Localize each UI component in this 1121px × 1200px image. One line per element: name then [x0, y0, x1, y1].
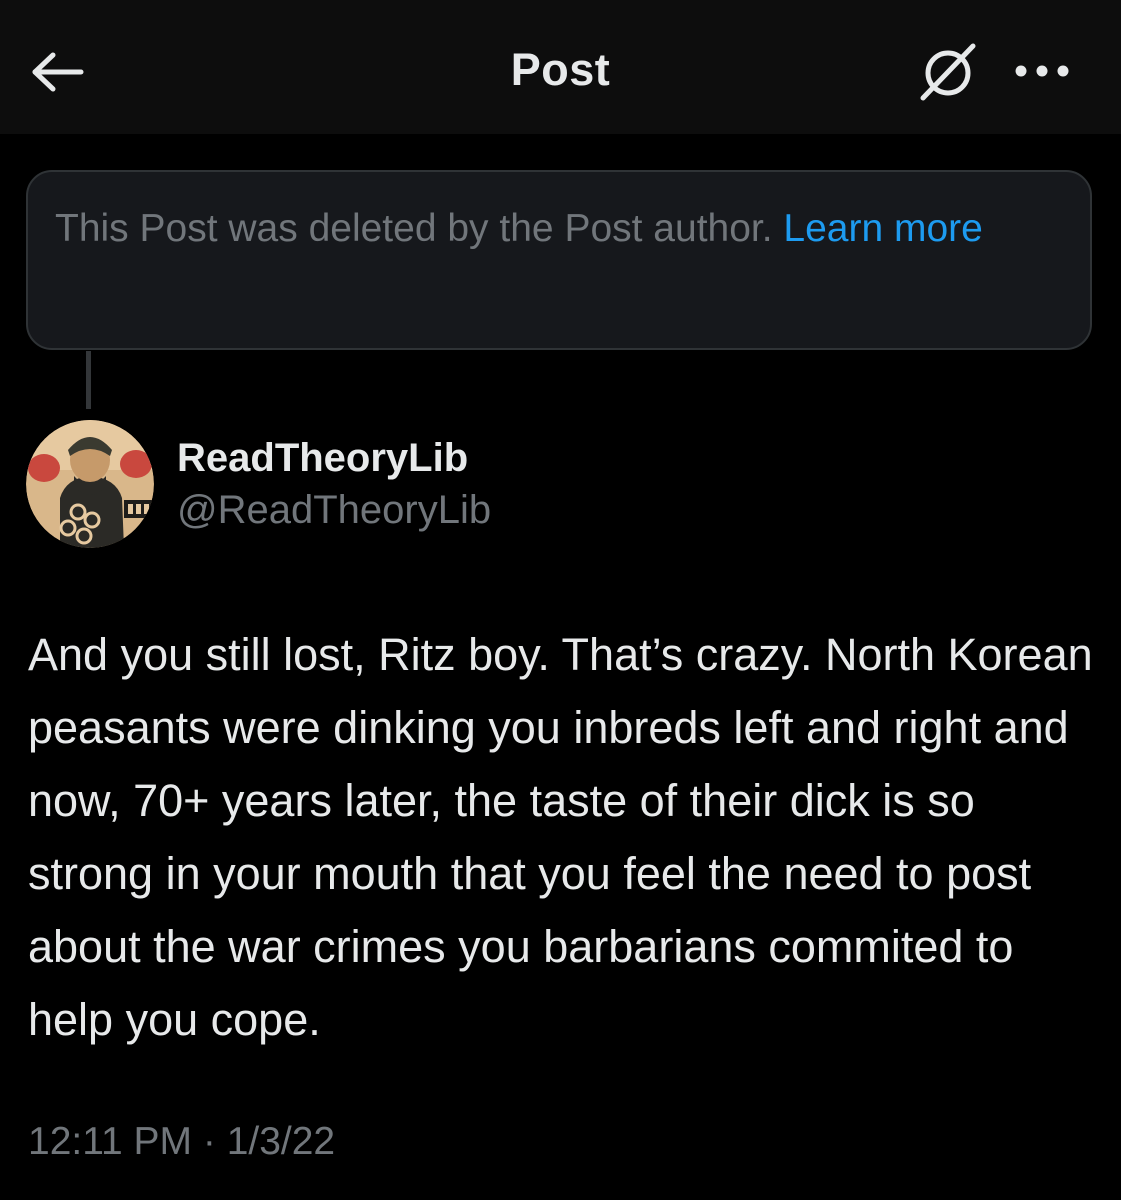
author-display-name[interactable]: ReadTheoryLib	[177, 436, 468, 481]
avatar[interactable]	[26, 420, 154, 548]
ellipsis-horizontal-icon	[1015, 65, 1069, 77]
author-handle[interactable]: @ReadTheoryLib	[177, 488, 491, 533]
avatar-image	[26, 420, 154, 548]
circle-slash-icon	[920, 43, 976, 101]
deleted-notice-text: This Post was deleted by the Post author…	[55, 207, 784, 250]
post-body-text: And you still lost, Ritz boy. That’s cra…	[28, 629, 1093, 1045]
deleted-post-notice: This Post was deleted by the Post author…	[26, 170, 1092, 350]
learn-more-link[interactable]: Learn more	[783, 207, 982, 250]
thread-connector-line	[86, 351, 91, 409]
top-navigation-bar: Post	[0, 0, 1121, 134]
more-options-button[interactable]	[1008, 50, 1076, 92]
hide-conversation-button[interactable]	[912, 38, 984, 104]
post-timestamp[interactable]: 12:11 PM · 1/3/22	[28, 1120, 335, 1164]
